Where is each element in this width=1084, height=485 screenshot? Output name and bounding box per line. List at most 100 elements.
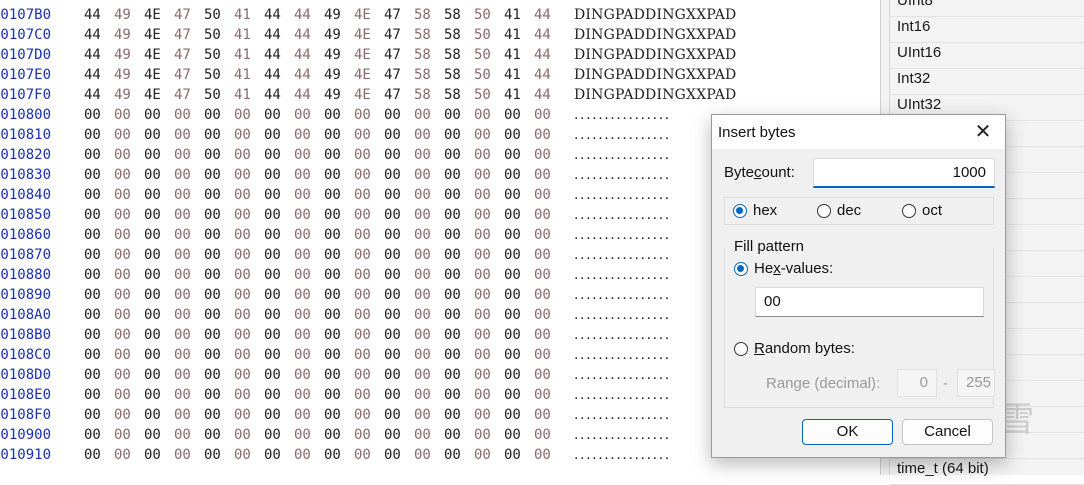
hex-byte[interactable]: 00 [174, 105, 196, 125]
hex-byte[interactable]: 00 [174, 325, 196, 345]
ascii-column[interactable]: ................ [574, 245, 671, 265]
hex-byte[interactable]: 00 [114, 245, 136, 265]
hex-byte[interactable]: 00 [84, 345, 106, 365]
hex-byte[interactable]: 00 [534, 165, 556, 185]
hex-byte[interactable]: 00 [114, 265, 136, 285]
hex-byte[interactable]: 49 [324, 25, 346, 45]
hex-byte[interactable]: 00 [324, 105, 346, 125]
hex-byte[interactable]: 00 [354, 185, 376, 205]
hex-byte[interactable]: 00 [234, 445, 256, 465]
hex-byte[interactable]: 00 [204, 385, 226, 405]
hex-byte[interactable]: 00 [324, 325, 346, 345]
hex-byte[interactable]: 00 [534, 345, 556, 365]
hex-byte[interactable]: 50 [474, 5, 496, 25]
hex-radio[interactable] [733, 204, 747, 218]
hex-byte[interactable]: 49 [114, 45, 136, 65]
hex-byte[interactable]: 00 [384, 425, 406, 445]
hex-byte[interactable]: 00 [174, 385, 196, 405]
hex-byte[interactable]: 00 [84, 245, 106, 265]
hex-byte[interactable]: 00 [504, 285, 526, 305]
hex-byte[interactable]: 00 [324, 165, 346, 185]
hex-byte[interactable]: 49 [114, 25, 136, 45]
hex-byte[interactable]: 4E [354, 45, 376, 65]
ascii-column[interactable]: ................ [574, 365, 671, 385]
hex-byte[interactable]: 00 [114, 225, 136, 245]
hex-byte[interactable]: 00 [444, 345, 466, 365]
hex-byte[interactable]: 00 [114, 385, 136, 405]
hex-byte[interactable]: 00 [174, 265, 196, 285]
hex-byte[interactable]: 00 [234, 285, 256, 305]
hex-byte[interactable]: 41 [234, 5, 256, 25]
hex-byte[interactable]: 00 [474, 285, 496, 305]
hex-byte[interactable]: 00 [234, 145, 256, 165]
hex-byte[interactable]: 00 [114, 325, 136, 345]
hex-byte[interactable]: 50 [204, 25, 226, 45]
hex-byte[interactable]: 00 [294, 265, 316, 285]
hex-byte[interactable]: 00 [324, 265, 346, 285]
hex-byte[interactable]: 00 [294, 445, 316, 465]
ascii-column[interactable]: ................ [574, 145, 671, 165]
hex-byte[interactable]: 00 [504, 225, 526, 245]
hex-byte[interactable]: 00 [144, 445, 166, 465]
hex-byte[interactable]: 00 [114, 345, 136, 365]
hex-byte[interactable]: 00 [444, 405, 466, 425]
hex-byte[interactable]: 41 [504, 45, 526, 65]
hex-byte[interactable]: 00 [144, 285, 166, 305]
hex-byte[interactable]: 00 [354, 145, 376, 165]
close-icon[interactable]: ✕ [971, 120, 995, 144]
hex-byte[interactable]: 44 [534, 85, 556, 105]
hex-byte[interactable]: 00 [204, 265, 226, 285]
hex-byte[interactable]: 00 [264, 325, 286, 345]
hex-byte[interactable]: 00 [204, 245, 226, 265]
hex-byte[interactable]: 00 [474, 145, 496, 165]
hex-byte[interactable]: 00 [174, 285, 196, 305]
hex-byte[interactable]: 00 [174, 145, 196, 165]
hex-byte[interactable]: 4E [144, 5, 166, 25]
hex-byte[interactable]: 00 [264, 305, 286, 325]
random-bytes-radio[interactable] [734, 342, 748, 356]
hex-byte[interactable]: 58 [414, 85, 436, 105]
hex-byte[interactable]: 00 [174, 165, 196, 185]
hex-byte[interactable]: 00 [504, 205, 526, 225]
hex-byte[interactable]: 58 [444, 5, 466, 25]
hex-byte[interactable]: 58 [414, 65, 436, 85]
inspector-item[interactable]: time_t (64 bit) [897, 460, 989, 477]
hex-byte[interactable]: 00 [84, 385, 106, 405]
hex-byte[interactable]: 00 [294, 345, 316, 365]
hex-byte[interactable]: 47 [384, 25, 406, 45]
hex-byte[interactable]: 00 [474, 345, 496, 365]
hex-byte[interactable]: 00 [504, 325, 526, 345]
ascii-column[interactable]: ................ [574, 285, 671, 305]
hex-byte[interactable]: 00 [234, 225, 256, 245]
hex-byte[interactable]: 00 [324, 405, 346, 425]
hex-byte[interactable]: 00 [84, 425, 106, 445]
hex-byte[interactable]: 00 [84, 405, 106, 425]
hex-byte[interactable]: 00 [534, 245, 556, 265]
hex-byte[interactable]: 00 [444, 105, 466, 125]
hex-byte[interactable]: 41 [234, 65, 256, 85]
hex-byte[interactable]: 00 [144, 385, 166, 405]
hex-byte[interactable]: 44 [294, 5, 316, 25]
dec-radio[interactable] [817, 204, 831, 218]
hex-byte[interactable]: 00 [324, 285, 346, 305]
hex-byte[interactable]: 00 [354, 125, 376, 145]
hex-byte[interactable]: 00 [174, 445, 196, 465]
hex-byte[interactable]: 00 [264, 425, 286, 445]
hex-byte[interactable]: 00 [114, 105, 136, 125]
hex-byte[interactable]: 44 [294, 25, 316, 45]
hex-byte[interactable]: 00 [444, 305, 466, 325]
hex-byte[interactable]: 00 [84, 365, 106, 385]
hex-byte[interactable]: 47 [384, 5, 406, 25]
hex-byte[interactable]: 00 [144, 185, 166, 205]
hex-byte[interactable]: 00 [444, 245, 466, 265]
hex-byte[interactable]: 00 [414, 245, 436, 265]
hex-byte[interactable]: 00 [264, 205, 286, 225]
hex-byte[interactable]: 4E [354, 85, 376, 105]
hex-byte[interactable]: 47 [174, 45, 196, 65]
hex-byte[interactable]: 00 [234, 105, 256, 125]
hex-byte[interactable]: 00 [84, 205, 106, 225]
ascii-column[interactable]: ................ [574, 185, 671, 205]
hex-byte[interactable]: 00 [354, 205, 376, 225]
hex-byte[interactable]: 00 [444, 125, 466, 145]
hex-byte[interactable]: 00 [114, 445, 136, 465]
